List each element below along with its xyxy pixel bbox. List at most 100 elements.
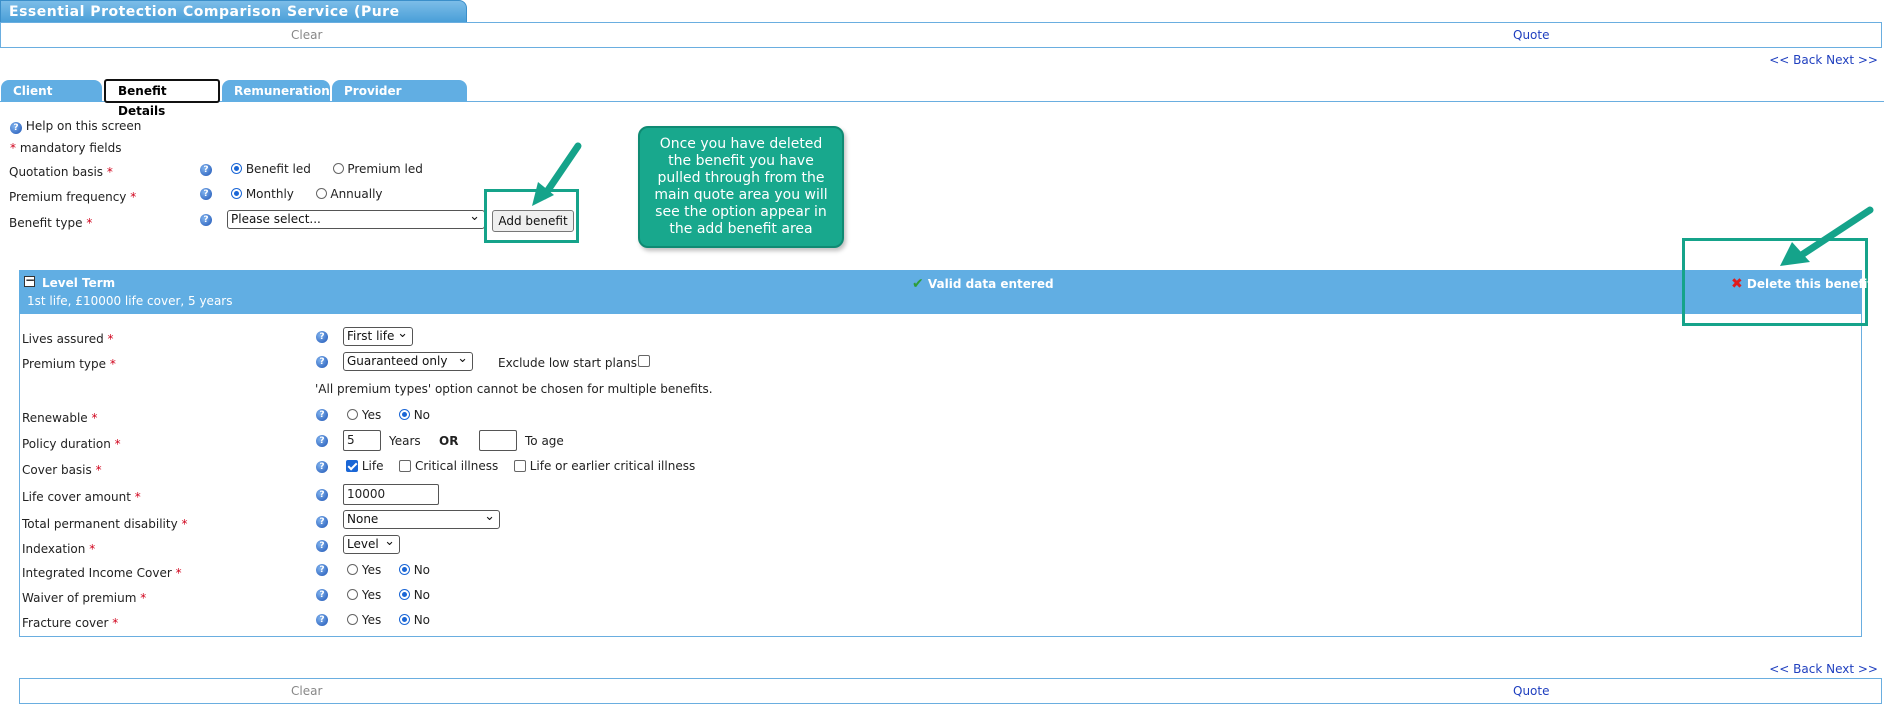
- integrated-income-cover-label: Integrated Income Cover *: [22, 566, 182, 580]
- annually-label: Annually: [330, 187, 383, 201]
- bottom-back-link[interactable]: << Back: [1769, 662, 1822, 676]
- policy-duration-help-icon[interactable]: ?: [316, 435, 328, 447]
- top-nav-links: << Back Next >>: [1769, 53, 1878, 67]
- lives-assured-help-icon[interactable]: ?: [316, 331, 328, 343]
- policy-duration-years-input[interactable]: 5: [343, 430, 381, 451]
- years-label: Years: [389, 434, 421, 448]
- benefit-type-help-icon[interactable]: ?: [200, 214, 212, 226]
- tab-remuneration[interactable]: Remuneration: [222, 80, 330, 102]
- delete-benefit-link[interactable]: ✖ Delete this benefit: [1731, 276, 1873, 292]
- tpd-select[interactable]: None: [343, 508, 500, 529]
- benefit-type-select[interactable]: Please select...: [227, 208, 485, 229]
- delete-x-icon: ✖: [1731, 276, 1743, 292]
- quotation-basis-help-icon[interactable]: ?: [200, 164, 212, 176]
- policy-duration-label: Policy duration *: [22, 437, 121, 451]
- cover-life-checkbox[interactable]: [346, 460, 358, 472]
- premium-type-select[interactable]: Guaranteed only: [343, 350, 473, 371]
- renewable-no-radio[interactable]: [398, 409, 410, 420]
- waiver-of-premium-help-icon[interactable]: ?: [316, 589, 328, 601]
- premium-type-note: 'All premium types' option cannot be cho…: [315, 382, 713, 396]
- help-icon[interactable]: ?: [10, 122, 22, 134]
- benefit-panel: [19, 270, 1862, 637]
- bottom-quote-link[interactable]: Quote: [1513, 684, 1549, 698]
- help-text[interactable]: Help on this screen: [26, 119, 142, 133]
- life-cover-amount-help-icon[interactable]: ?: [316, 489, 328, 501]
- benefit-summary: 1st life, £10000 life cover, 5 years: [27, 294, 233, 308]
- quotation-basis-options: Benefit led Premium led: [231, 162, 423, 176]
- iic-yes-radio[interactable]: [347, 564, 358, 575]
- fracture-cover-options: Yes No: [347, 613, 430, 627]
- cover-basis-label: Cover basis *: [22, 463, 102, 477]
- fracture-yes-radio[interactable]: [347, 614, 358, 625]
- tab-benefit-details[interactable]: Benefit Details: [104, 79, 220, 118]
- integrated-income-cover-help-icon[interactable]: ?: [316, 564, 328, 576]
- tab-client-details[interactable]: Client Details: [1, 80, 102, 120]
- add-benefit-button[interactable]: Add benefit: [492, 210, 574, 232]
- life-cover-amount-input[interactable]: 10000: [343, 484, 439, 505]
- required-asterisk: *: [10, 141, 16, 155]
- wop-no-radio[interactable]: [398, 589, 410, 600]
- mandatory-note: * mandatory fields: [10, 141, 122, 155]
- cover-basis-options: Life Critical illness Life or earlier cr…: [346, 459, 695, 473]
- tab-provider-selection[interactable]: Provider Selection: [332, 80, 467, 120]
- premium-frequency-options: Monthly Annually: [231, 187, 383, 201]
- fracture-cover-help-icon[interactable]: ?: [316, 614, 328, 626]
- quotation-basis-label: Quotation basis *: [9, 165, 113, 179]
- bottom-nav-links: << Back Next >>: [1769, 662, 1878, 676]
- check-icon: ✔: [912, 276, 924, 292]
- bottom-next-link[interactable]: Next >>: [1826, 662, 1878, 676]
- iic-no-radio[interactable]: [398, 564, 410, 575]
- bottom-action-bar: Clear Quote: [19, 678, 1882, 704]
- indexation-select[interactable]: Level: [343, 533, 400, 554]
- waiver-of-premium-label: Waiver of premium *: [22, 591, 147, 605]
- collapse-icon[interactable]: −: [24, 274, 35, 287]
- cover-basis-help-icon[interactable]: ?: [316, 461, 328, 473]
- indexation-label: Indexation *: [22, 542, 96, 556]
- to-age-label: To age: [525, 434, 564, 448]
- cover-critical-illness-checkbox[interactable]: [399, 460, 412, 472]
- or-label: OR: [439, 434, 459, 448]
- quote-link[interactable]: Quote: [1513, 28, 1549, 42]
- clear-link[interactable]: Clear: [291, 28, 322, 42]
- renewable-label: Renewable *: [22, 411, 98, 425]
- monthly-radio[interactable]: [231, 188, 242, 199]
- premium-led-radio[interactable]: [332, 163, 344, 174]
- premium-type-label: Premium type *: [22, 357, 116, 371]
- back-link[interactable]: << Back: [1769, 53, 1822, 67]
- annually-radio[interactable]: [315, 188, 327, 199]
- help-row: ? Help on this screen: [10, 119, 141, 134]
- benefit-type-label: Benefit type *: [9, 216, 93, 230]
- wop-yes-radio[interactable]: [347, 589, 358, 600]
- policy-duration-age-input[interactable]: [479, 430, 517, 451]
- waiver-of-premium-options: Yes No: [347, 588, 430, 602]
- monthly-label: Monthly: [245, 187, 294, 201]
- premium-frequency-label: Premium frequency *: [9, 190, 137, 204]
- lives-assured-label: Lives assured *: [22, 332, 114, 346]
- valid-status: ✔ Valid data entered: [912, 276, 1054, 292]
- premium-led-label: Premium led: [347, 162, 423, 176]
- app-title: Essential Protection Comparison Service …: [0, 0, 467, 42]
- premium-type-help-icon[interactable]: ?: [316, 356, 328, 368]
- benefit-led-radio[interactable]: [231, 163, 242, 174]
- renewable-options: Yes No: [347, 408, 430, 422]
- instruction-callout: Once you have deleted the benefit you ha…: [638, 126, 844, 248]
- renewable-help-icon[interactable]: ?: [316, 409, 328, 421]
- top-action-bar: Clear Quote: [0, 22, 1882, 48]
- integrated-income-cover-options: Yes No: [347, 563, 430, 577]
- fracture-no-radio[interactable]: [398, 614, 410, 625]
- exclude-low-start-checkbox[interactable]: [638, 355, 650, 367]
- fracture-cover-label: Fracture cover *: [22, 616, 119, 630]
- premium-frequency-help-icon[interactable]: ?: [200, 188, 212, 200]
- indexation-help-icon[interactable]: ?: [316, 540, 328, 552]
- lives-assured-select[interactable]: First life: [343, 325, 413, 346]
- cover-life-or-ci-checkbox[interactable]: [513, 460, 526, 472]
- tpd-label: Total permanent disability *: [22, 517, 188, 531]
- next-link[interactable]: Next >>: [1826, 53, 1878, 67]
- exclude-low-start-label: Exclude low start plans: [498, 356, 638, 370]
- renewable-yes-radio[interactable]: [347, 409, 358, 420]
- life-cover-amount-label: Life cover amount *: [22, 490, 141, 504]
- benefit-title: Level Term: [42, 276, 116, 290]
- bottom-clear-link[interactable]: Clear: [291, 684, 322, 698]
- tpd-help-icon[interactable]: ?: [316, 516, 328, 528]
- mandatory-text: mandatory fields: [19, 141, 122, 155]
